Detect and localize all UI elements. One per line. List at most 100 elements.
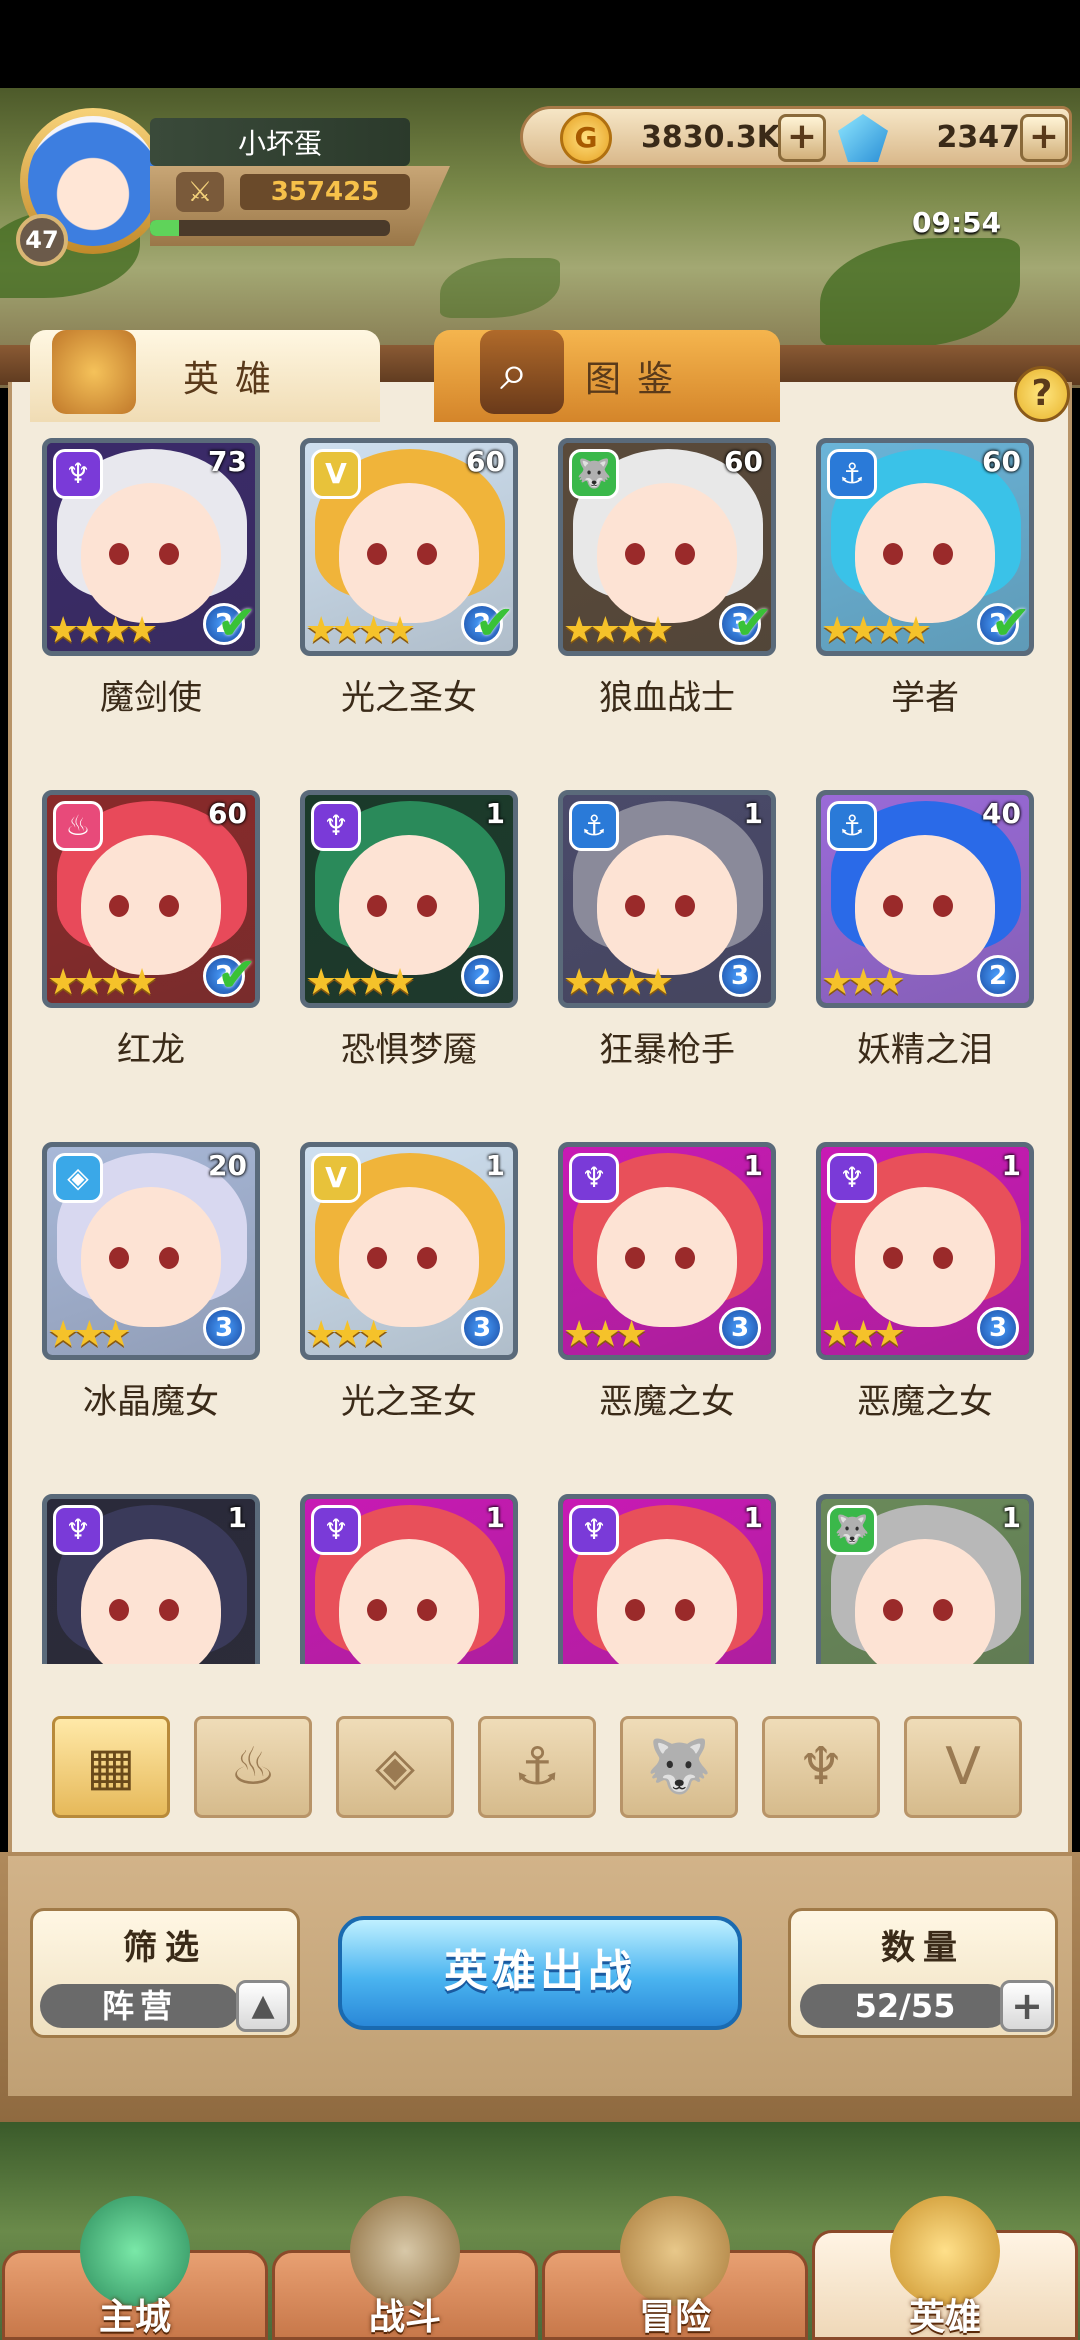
hero-card[interactable]: ♆ 1 [300,1494,518,1664]
dark-element-icon: ♆ [569,1153,619,1203]
hero-face [81,1187,221,1327]
hero-eye [367,1599,387,1621]
hero-name: 狼血战士 [599,678,735,718]
dark-element-icon: ♆ [53,449,103,499]
nav-label: 英雄 [908,2297,981,2338]
hero-eye [159,1599,179,1621]
deployed-check-icon: ✔ [216,595,257,651]
hero-rank-badge: 2 [461,955,503,997]
nature-element-icon[interactable]: 🐺 [620,1716,738,1818]
hero-stars: ★★★★ [305,962,416,1003]
hero-stars: ★★★★ [821,610,932,651]
hero-card[interactable]: ♨ 60 ★★★★ 2 ✔ [42,790,260,1008]
hero-card[interactable]: ◈ 20 ★★★ 3 [42,1142,260,1360]
hero-eye [883,1247,903,1269]
hero-eye [109,1599,129,1621]
hero-card[interactable]: 🐺 60 ★★★★ 3 ✔ [558,438,776,656]
hero-eye [675,543,695,565]
hero-card[interactable]: V 1 ★★★ 3 [300,1142,518,1360]
hero-card[interactable]: ♆ 73 ★★★★ 2 ✔ [42,438,260,656]
gem-amount: 2347 [936,120,1021,155]
tab-heroes-label: 英雄 [182,359,287,400]
hero-rank-badge: 3 [977,1307,1019,1349]
hero-eye [883,543,903,565]
hero-face [339,483,479,623]
tab-heroes[interactable]: 英雄 [30,330,380,422]
hero-stars: ★★★ [305,1314,390,1355]
nav-label: 冒险 [638,2297,711,2338]
nature-element-icon: 🐺 [569,449,619,499]
hero-card[interactable]: ♆ 1 [558,1494,776,1664]
hero-card[interactable]: ♆ 1 ★★★ 3 [558,1142,776,1360]
count-title: 数量 [881,1928,965,1968]
hero-rank-badge: 3 [719,955,761,997]
hero-rank-badge: 3 [719,1307,761,1349]
hero-rank-badge: 3 [203,1307,245,1349]
deploy-heroes-button[interactable]: 英雄出战 [338,1916,742,2030]
fire-element-icon: ♨ [53,801,103,851]
hero-eye [417,543,437,565]
hero-level: 73 [208,445,247,478]
hero-card[interactable]: ⚓ 1 ★★★★ 3 [558,790,776,1008]
hero-stars: ★★★ [821,962,906,1003]
hero-level: 1 [485,797,505,830]
filter-title: 筛选 [123,1928,207,1968]
hero-eye [933,543,953,565]
hero-level: 60 [982,445,1021,478]
hero-card[interactable]: ⚓ 60 ★★★★ 2 ✔ [816,438,1034,656]
hero-card[interactable]: 🐺 1 [816,1494,1034,1664]
expand-slots-button[interactable]: + [1000,1980,1054,2032]
hero-eye [933,1247,953,1269]
hero-stars: ★★★★ [563,962,674,1003]
hero-card[interactable]: ♆ 1 ★★★★ 2 [300,790,518,1008]
hero-face [339,1187,479,1327]
light-element-icon[interactable]: V [904,1716,1022,1818]
hero-count-value: 52/55 [800,1984,1010,2028]
hero-face [855,1187,995,1327]
dark-element-icon: ♆ [827,1153,877,1203]
dark-element-icon: ♆ [569,1505,619,1555]
hero-eye [625,895,645,917]
hero-face [81,483,221,623]
hero-name: 狂暴枪手 [599,1030,735,1070]
hero-stars: ★★★ [821,1314,906,1355]
fire-element-icon[interactable]: ♨ [194,1716,312,1818]
hero-card[interactable]: V 60 ★★★★ 2 ✔ [300,438,518,656]
ice-element-icon[interactable]: ◈ [336,1716,454,1818]
hero-level: 40 [982,797,1021,830]
hero-eye [675,1599,695,1621]
tab-codex[interactable]: ⌕ 图鉴 [434,330,780,422]
hero-level: 1 [227,1501,247,1534]
faction-filter-select[interactable]: 阵营 [40,1984,240,2028]
hero-eye [109,1247,129,1269]
water-element-icon[interactable]: ⚓ [478,1716,596,1818]
deployed-check-icon: ✔ [990,595,1031,651]
hero-eye [159,895,179,917]
hero-name: 红龙 [117,1030,185,1070]
hero-stars: ★★★ [47,1314,132,1355]
help-button[interactable]: ? [1014,366,1070,422]
player-name: 小坏蛋 [150,118,410,166]
hero-eye [933,895,953,917]
deployed-check-icon: ✔ [474,595,515,651]
hero-eye [675,1247,695,1269]
hero-card[interactable]: ⚓ 40 ★★★ 2 [816,790,1034,1008]
dark-element-icon: ♆ [311,801,361,851]
hero-eye [883,895,903,917]
hero-level: 1 [743,797,763,830]
grid-icon[interactable]: ▦ [52,1716,170,1818]
hero-name: 恶魔之女 [857,1382,993,1422]
combat-power-value: 357425 [240,174,410,210]
filter-toggle-up-icon[interactable]: ▲ [236,1980,290,2032]
gold-amount: 3830.3K [640,120,780,155]
add-gems-button[interactable]: + [1020,114,1068,162]
hero-card[interactable]: ♆ 1 ★★★ 3 [816,1142,1034,1360]
dark-element-icon[interactable]: ♆ [762,1716,880,1818]
water-element-icon: ⚓ [827,449,877,499]
hero-level: 60 [466,445,505,478]
add-gold-button[interactable]: + [778,114,826,162]
magnifier-icon: ⌕ [480,330,564,414]
hero-eye [883,1599,903,1621]
crossed-swords-icon: ⚔ [176,172,224,212]
hero-card[interactable]: ♆ 1 [42,1494,260,1664]
